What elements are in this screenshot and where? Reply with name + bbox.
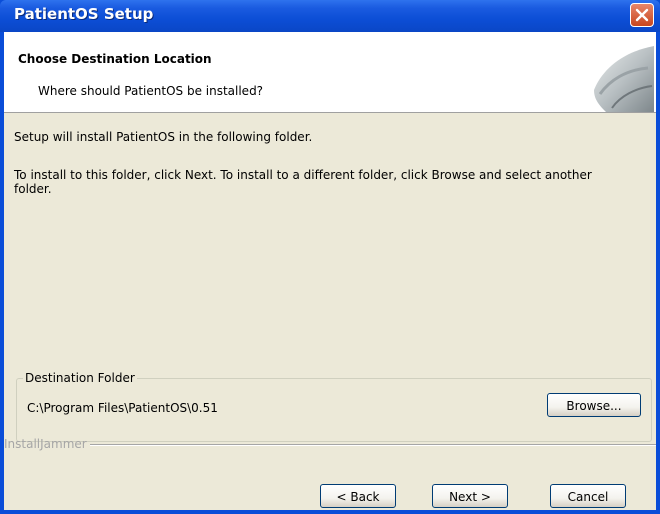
destination-folder-group: Destination Folder C:\Program Files\Pati… [16, 371, 652, 442]
installer-logo-icon [592, 40, 654, 112]
back-button[interactable]: < Back [320, 484, 396, 508]
destination-path: C:\Program Files\PatientOS\0.51 [27, 401, 218, 415]
instruction-text-line2: folder. [14, 182, 52, 196]
destination-folder-label: Destination Folder [23, 371, 137, 385]
browse-button[interactable]: Browse... [547, 393, 641, 417]
window-title: PatientOS Setup [14, 5, 154, 23]
instruction-text-line1: To install to this folder, click Next. T… [14, 168, 592, 182]
wizard-header: Choose Destination Location Where should… [4, 32, 656, 113]
next-button[interactable]: Next > [432, 484, 508, 508]
footer-separator [90, 444, 656, 446]
close-button[interactable] [630, 3, 654, 27]
intro-text: Setup will install PatientOS in the foll… [14, 130, 313, 144]
title-bar[interactable]: PatientOS Setup [0, 0, 660, 32]
dialog-client-area: Choose Destination Location Where should… [4, 32, 656, 510]
cancel-button[interactable]: Cancel [550, 484, 626, 508]
installer-brand-label: InstallJammer [4, 437, 87, 451]
setup-window: PatientOS Setup Choose Destination Locat… [0, 0, 660, 514]
page-subtitle: Where should PatientOS be installed? [38, 84, 264, 98]
page-title: Choose Destination Location [18, 52, 212, 66]
